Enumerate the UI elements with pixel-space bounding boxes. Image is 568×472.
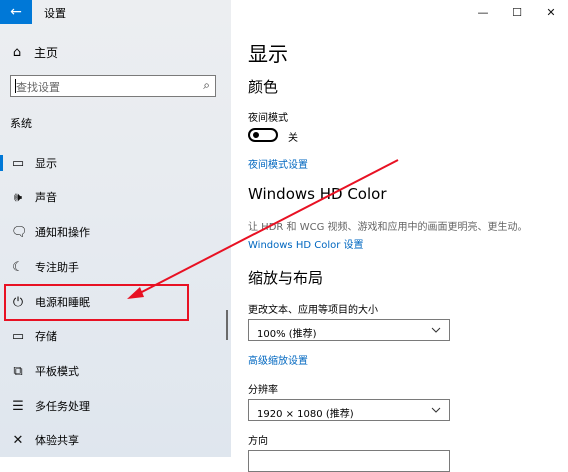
sidebar-item-label: 体验共享 (35, 434, 79, 447)
sidebar-item-notifications[interactable]: 🗨 通知和操作 (0, 215, 231, 249)
sidebar-item-label: 主页 (34, 46, 59, 60)
scale-layout-heading: 缩放与布局 (248, 269, 324, 287)
hd-color-settings-link[interactable]: Windows HD Color 设置 (248, 236, 364, 251)
search-box[interactable]: ⌕ (10, 75, 216, 97)
night-light-state: 关 (288, 133, 298, 144)
home-icon: ⌂ (12, 45, 22, 60)
close-button[interactable]: ✕ (534, 0, 568, 24)
multitasking-icon: ☰ (12, 398, 24, 414)
minimize-icon: — (477, 5, 489, 19)
speaker-icon: 🕪 (13, 189, 23, 205)
sidebar-item-sound[interactable]: 🕪 声音 (0, 180, 231, 214)
maximize-button[interactable]: ☐ (500, 0, 534, 24)
resolution-value: 1920 × 1080 (推荐) (257, 409, 354, 420)
sidebar-item-label: 专注助手 (35, 261, 79, 274)
sidebar-scrollbar[interactable] (226, 310, 228, 340)
app-title: 设置 (44, 7, 66, 20)
scale-label: 更改文本、应用等项目的大小 (248, 305, 378, 316)
message-icon: 🗨 (11, 224, 28, 240)
search-input[interactable] (14, 78, 198, 96)
sidebar-item-display[interactable]: ▭ 显示 (0, 146, 231, 180)
titlebar-left: ← 设置 (0, 0, 231, 24)
tablet-icon: ⧉ (13, 363, 23, 379)
sidebar-item-label: 多任务处理 (35, 400, 90, 413)
sidebar-item-home[interactable]: ⌂ 主页 (10, 44, 58, 61)
resolution-dropdown[interactable]: 1920 × 1080 (推荐) (248, 399, 450, 421)
page-title: 显示 (248, 42, 288, 66)
toggle-knob (253, 132, 259, 138)
sidebar-item-label: 显示 (35, 157, 57, 170)
back-arrow-icon: ← (10, 4, 22, 20)
sidebar-item-storage[interactable]: ▭ 存储 (0, 319, 231, 353)
orientation-dropdown[interactable] (248, 450, 450, 472)
section-label-system: 系统 (10, 117, 32, 130)
hd-color-heading: Windows HD Color (248, 185, 387, 203)
resolution-label: 分辨率 (248, 385, 278, 396)
sidebar: ← 设置 ⌂ 主页 ⌕ 系统 ▭ 显示 🕪 声音 🗨 通知和操作 ☾ 专注助手 … (0, 0, 231, 457)
close-icon: ✕ (546, 5, 556, 19)
night-light-label: 夜间模式 (248, 113, 288, 124)
chevron-down-icon (431, 323, 441, 340)
search-icon[interactable]: ⌕ (203, 78, 210, 93)
sidebar-item-tablet-mode[interactable]: ⧉ 平板模式 (0, 354, 231, 388)
main-content: — ☐ ✕ 显示 颜色 夜间模式 关 夜间模式设置 Windows HD Col… (231, 0, 568, 472)
back-button[interactable]: ← (0, 0, 32, 24)
scale-value: 100% (推荐) (257, 329, 317, 340)
minimize-button[interactable]: — (466, 0, 500, 24)
hd-color-description: 让 HDR 和 WCG 视频、游戏和应用中的画面更明亮、更生动。 (248, 222, 528, 233)
sidebar-item-focus-assist[interactable]: ☾ 专注助手 (0, 250, 231, 284)
color-heading: 颜色 (248, 78, 279, 96)
maximize-icon: ☐ (512, 5, 522, 19)
storage-icon: ▭ (11, 328, 25, 344)
advanced-scaling-link[interactable]: 高级缩放设置 (248, 352, 308, 367)
sidebar-item-label: 存储 (35, 330, 57, 343)
chevron-down-icon (431, 403, 441, 420)
night-light-toggle[interactable] (248, 128, 278, 142)
sidebar-item-label: 声音 (35, 191, 57, 204)
sidebar-item-label: 平板模式 (35, 365, 79, 378)
orientation-label: 方向 (248, 436, 268, 447)
window-controls: — ☐ ✕ (466, 0, 568, 24)
highlight-rectangle (4, 284, 189, 321)
share-icon: ✕ (12, 432, 24, 448)
sidebar-item-label: 通知和操作 (35, 226, 90, 239)
scale-dropdown[interactable]: 100% (推荐) (248, 319, 450, 341)
sidebar-item-multitasking[interactable]: ☰ 多任务处理 (0, 389, 231, 423)
sidebar-item-shared-experiences[interactable]: ✕ 体验共享 (0, 423, 231, 457)
night-light-settings-link[interactable]: 夜间模式设置 (248, 156, 308, 171)
monitor-icon: ▭ (11, 155, 25, 171)
moon-icon: ☾ (12, 259, 24, 275)
